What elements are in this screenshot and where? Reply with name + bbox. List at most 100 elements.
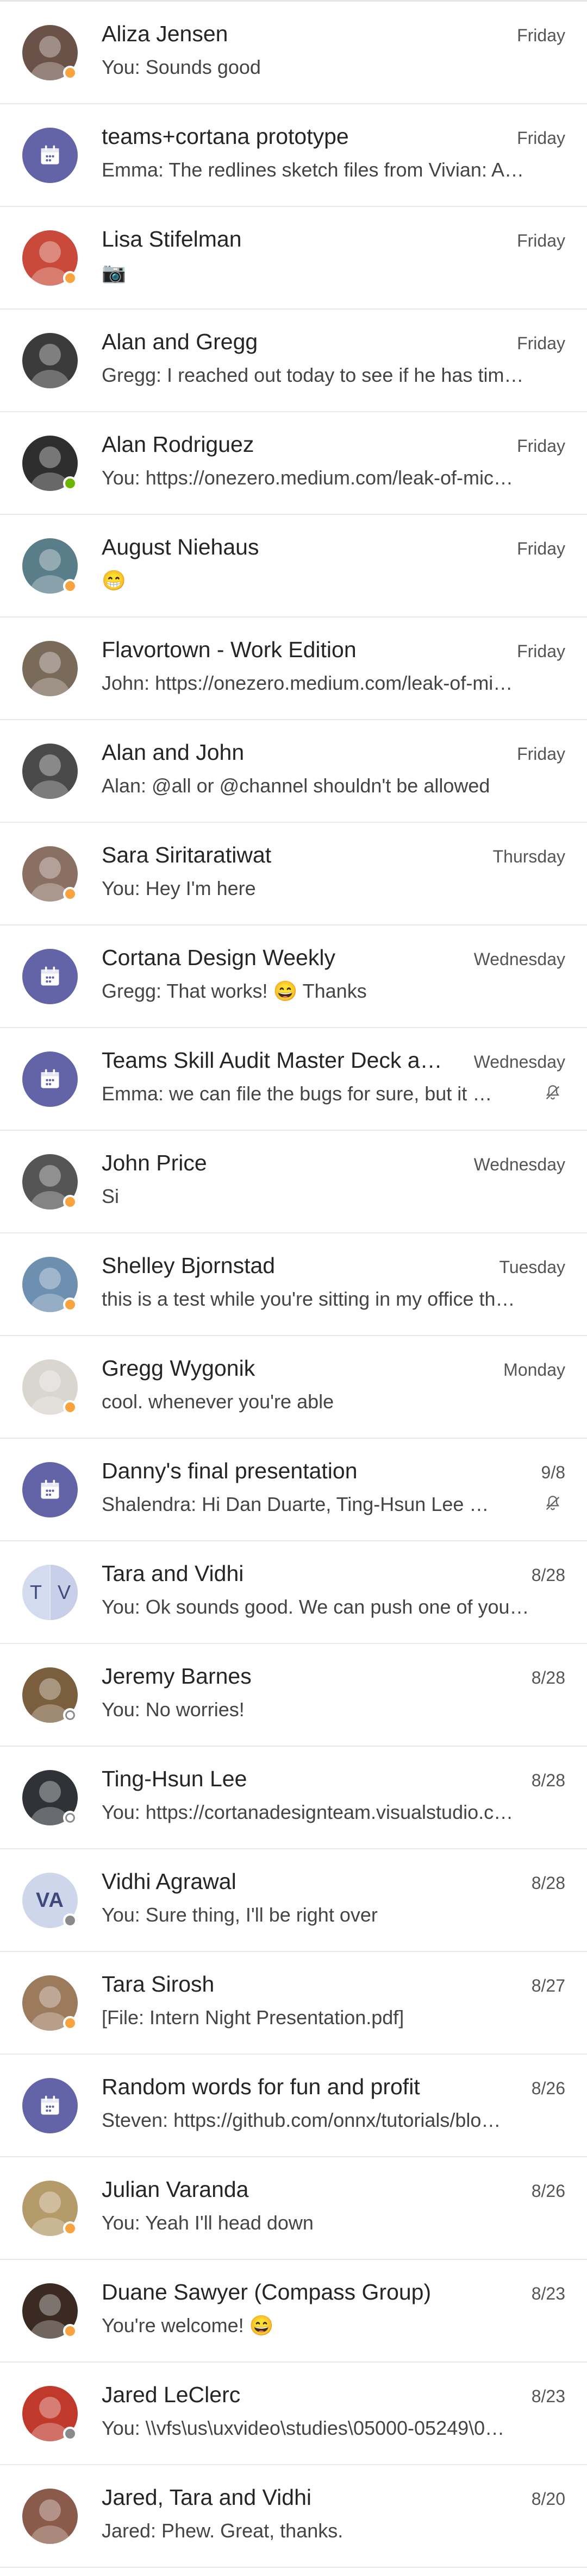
chat-timestamp: Monday (503, 1360, 565, 1380)
chat-timestamp: Friday (517, 333, 565, 353)
avatar (22, 2489, 78, 2544)
avatar (22, 2181, 78, 2236)
chat-preview: You: Sounds good (102, 56, 261, 78)
chat-list-item[interactable]: Flavortown - Work Edition Friday John: htt… (0, 618, 587, 720)
chat-list-item[interactable]: Danny's final presentation 9/8 Shalendra: … (0, 1439, 587, 1541)
avatar (22, 2283, 78, 2339)
chat-list-item[interactable]: John Price Wednesday Si (0, 1131, 587, 1233)
chat-timestamp: 8/28 (531, 1668, 565, 1687)
meeting-avatar (22, 2078, 78, 2133)
chat-timestamp: 8/28 (531, 1565, 565, 1585)
avatar (22, 1257, 78, 1312)
chat-list-item[interactable]: Julian Varanda 8/26 You: Yeah I'll head do… (0, 2157, 587, 2260)
calendar-icon (22, 949, 78, 1004)
chat-list-item[interactable]: Duane Sawyer (Compass Group) 8/23 You're w… (0, 2260, 587, 2363)
chat-preview: 📷 (102, 261, 126, 284)
chat-name: Ting-Hsun Lee (102, 1766, 247, 1791)
chat-name: Julian Varanda (102, 2177, 249, 2202)
presence-dnd-gray-icon (63, 2427, 77, 2441)
avatar (22, 1975, 78, 2031)
presence-dnd-gray-icon (63, 1913, 77, 1928)
chat-preview: You: No worries! (102, 1698, 245, 1721)
chat-name: Tara and Vidhi (102, 1561, 244, 1586)
chat-list-item[interactable]: Jared LeClerc 8/23 You: \\vfs\us\uxvideo\s… (0, 2363, 587, 2465)
chat-timestamp: 8/28 (531, 1873, 565, 1893)
presence-away-icon (63, 579, 77, 593)
chat-preview: You: Sure thing, I'll be right over (102, 1904, 378, 1926)
avatar (22, 230, 78, 286)
chat-timestamp: 8/28 (531, 1771, 565, 1790)
presence-away-icon (63, 1195, 77, 1209)
chat-name: Flavortown - Work Edition (102, 637, 357, 662)
chat-list-item[interactable]: Shelley Bjornstad Tuesday this is a test w… (0, 1233, 587, 1336)
presence-away-icon (63, 2324, 77, 2338)
avatar: VA (22, 1873, 78, 1928)
profile-photo (22, 2489, 78, 2544)
meeting-avatar (22, 128, 78, 183)
chat-name: Duane Sawyer (Compass Group) (102, 2279, 432, 2304)
chat-list-item[interactable]: Jared, Tara and Vidhi 8/20 Jared: Phew. Gr… (0, 2465, 587, 2568)
chat-name: Shelley Bjornstad (102, 1253, 276, 1278)
presence-away-icon (63, 887, 77, 901)
avatar (22, 1770, 78, 1825)
chat-preview: cool. whenever you're able (102, 1390, 334, 1413)
avatar (22, 641, 78, 696)
chat-list-item[interactable]: teams+cortana prototype Friday Emma: The r… (0, 104, 587, 207)
chat-preview: You: Ok sounds good. We can push one of … (102, 1596, 534, 1618)
chat-list-item[interactable]: T V Tara and Vidhi 8/28 You: Ok sounds good.… (0, 1541, 587, 1644)
muted-bell-icon (544, 1494, 562, 1513)
chat-preview: Jared: Phew. Great, thanks. (102, 2520, 344, 2542)
presence-away-icon (63, 2016, 77, 2030)
chat-list-item[interactable]: Gregg Wygonik Monday cool. whenever you're… (0, 1336, 587, 1439)
chat-timestamp: Thursday (492, 847, 565, 866)
chat-preview: Emma: we can file the bugs for sure, but… (102, 1082, 493, 1105)
chat-list-item[interactable]: Lisa Stifelman Friday 📷 (0, 207, 587, 310)
chat-list-item[interactable]: Random words for fun and profit 8/26 Steve… (0, 2055, 587, 2157)
chat-name: John Price (102, 1150, 207, 1175)
avatar (22, 1154, 78, 1210)
profile-photo (22, 744, 78, 799)
chat-timestamp: 8/26 (531, 2079, 565, 2098)
chat-timestamp: Friday (517, 128, 565, 148)
chat-timestamp: 8/23 (531, 2284, 565, 2303)
chat-preview: 😁 (102, 569, 126, 591)
presence-away-icon (63, 2221, 77, 2235)
chat-list: Aliza Jensen Friday You: Sounds good teams+… (0, 2, 587, 2568)
avatar (22, 1359, 78, 1415)
chat-list-item[interactable]: Sara Siritaratiwat Thursday You: Hey I'm h… (0, 823, 587, 925)
calendar-icon (22, 1051, 78, 1107)
chat-timestamp: Friday (517, 436, 565, 456)
chat-timestamp: 8/26 (531, 2181, 565, 2201)
chat-timestamp: Wednesday (473, 1052, 565, 1072)
chat-list-item[interactable]: VA Vidhi Agrawal 8/28 You: Sure thing, I'll… (0, 1849, 587, 1952)
chat-name: Tara Sirosh (102, 1972, 215, 1996)
chat-list-item[interactable]: Alan and John Friday Alan: @all or @channe… (0, 720, 587, 823)
chat-list-item[interactable]: August Niehaus Friday 😁 (0, 515, 587, 618)
chat-preview: Shalendra: Hi Dan Duarte, Ting-Hsun Lee … (102, 1493, 493, 1515)
chat-preview: this is a test while you're sitting in m… (102, 1288, 515, 1310)
chat-timestamp: Friday (517, 231, 565, 250)
calendar-icon (22, 128, 78, 183)
chat-name: Jeremy Barnes (102, 1664, 252, 1689)
chat-list-item[interactable]: Jeremy Barnes 8/28 You: No worries! (0, 1644, 587, 1747)
avatar (22, 1667, 78, 1723)
chat-timestamp: Friday (517, 744, 565, 764)
chat-list-item[interactable]: Ting-Hsun Lee 8/28 You: https://cortanades… (0, 1747, 587, 1849)
chat-name: Aliza Jensen (102, 21, 228, 46)
chat-name: Jared, Tara and Vidhi (102, 2485, 311, 2510)
chat-preview: Si (102, 1185, 120, 1207)
chat-list-item[interactable]: Alan and Gregg Friday Gregg: I reached out… (0, 310, 587, 412)
chat-list-item[interactable]: Cortana Design Weekly Wednesday Gregg: Tha… (0, 925, 587, 1028)
chat-list-item[interactable]: Alan Rodriguez Friday You: https://onezero… (0, 412, 587, 515)
chat-list-item[interactable]: Tara Sirosh 8/27 [File: Intern Night Prese… (0, 1952, 587, 2055)
chat-name: Alan and Gregg (102, 329, 258, 354)
profile-photo (22, 333, 78, 388)
chat-name: Alan and John (102, 740, 245, 765)
meeting-avatar (22, 1462, 78, 1517)
chat-list-item[interactable]: Aliza Jensen Friday You: Sounds good (0, 2, 587, 104)
chat-list-item[interactable]: Teams Skill Audit Master Deck an… Wednesd… (0, 1028, 587, 1131)
chat-preview: John: https://onezero.medium.com/leak-of… (102, 672, 513, 694)
chat-name: Jared LeClerc (102, 2382, 241, 2407)
chat-preview: [File: Intern Night Presentation.pdf] (102, 2006, 404, 2029)
calendar-icon (22, 1462, 78, 1517)
